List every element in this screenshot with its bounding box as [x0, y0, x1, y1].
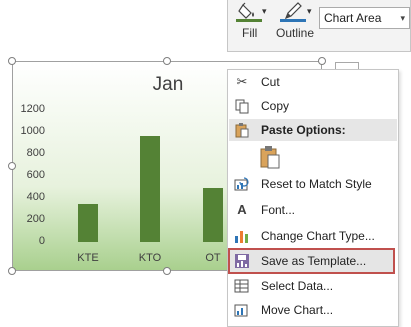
y-tick-label: 600 — [26, 169, 45, 181]
menu-item-label: Select Data... — [261, 279, 334, 293]
outline-button[interactable]: ▾ Outline — [276, 0, 322, 50]
chevron-down-icon: ▾ — [400, 13, 405, 23]
chart-element-value: Chart Area — [324, 11, 382, 25]
menu-item-change-chart-type[interactable]: Change Chart Type... — [228, 224, 398, 249]
bar-kto[interactable] — [140, 136, 160, 242]
select-data-icon — [234, 279, 249, 293]
y-tick-label: 0 — [38, 235, 45, 247]
outline-dropdown-arrow[interactable]: ▾ — [307, 6, 312, 17]
resize-handle-bottom[interactable] — [163, 267, 171, 275]
move-chart-icon — [234, 304, 248, 317]
y-tick-label: 1000 — [20, 125, 45, 137]
font-icon: A — [237, 202, 247, 217]
context-menu: ✂ Cut Copy Paste Options: Reset to Match… — [227, 69, 399, 327]
menu-item-cut[interactable]: ✂ Cut — [228, 70, 398, 95]
clipboard-icon — [235, 123, 249, 138]
fill-label: Fill — [242, 26, 258, 40]
chart-title: Jan — [152, 74, 184, 95]
menu-item-label: Move Chart... — [261, 303, 334, 317]
mini-toolbar: ▾ Fill ▾ Outline Chart Area ▾ — [227, 0, 411, 52]
menu-item-font[interactable]: A Font... — [228, 198, 398, 223]
save-template-icon — [235, 254, 249, 268]
menu-item-label: Save as Template... — [261, 254, 367, 268]
resize-handle-top[interactable] — [163, 57, 171, 65]
menu-item-label: Reset to Match Style — [261, 177, 372, 191]
bar-kte[interactable] — [78, 203, 98, 242]
outline-color-bar — [280, 19, 306, 22]
resize-handle-top-left[interactable] — [8, 57, 16, 65]
copy-icon — [235, 99, 249, 114]
chart-element-select[interactable]: Chart Area ▾ — [319, 7, 410, 29]
menu-item-label: Font... — [261, 203, 296, 217]
y-tick-label: 400 — [26, 191, 45, 203]
resize-handle-left[interactable] — [8, 162, 16, 170]
resize-handle-top-right[interactable] — [318, 57, 326, 65]
menu-item-save-as-template[interactable]: Save as Template... — [228, 248, 395, 274]
paste-clipboard-icon[interactable] — [259, 145, 281, 169]
scissors-icon: ✂ — [236, 74, 248, 89]
fill-dropdown-arrow[interactable]: ▾ — [262, 6, 267, 17]
y-tick-label: 1200 — [20, 103, 45, 115]
x-tick-label: KTO — [138, 252, 162, 264]
x-tick-label: KTE — [77, 252, 99, 264]
change-chart-type-icon — [235, 231, 248, 243]
outline-label: Outline — [276, 26, 315, 40]
paste-options-header: Paste Options: — [229, 119, 397, 141]
menu-item-label: Copy — [261, 99, 290, 113]
bar-ot[interactable] — [203, 188, 223, 242]
reset-style-icon — [234, 177, 249, 191]
menu-item-copy[interactable]: Copy — [228, 94, 398, 119]
resize-handle-bottom-left[interactable] — [8, 267, 16, 275]
fill-button[interactable]: ▾ Fill — [234, 0, 268, 50]
menu-item-label: Change Chart Type... — [261, 229, 375, 243]
paste-options-label: Paste Options: — [261, 123, 346, 137]
menu-item-reset-style[interactable]: Reset to Match Style — [228, 172, 398, 197]
fill-color-bar — [236, 19, 262, 22]
menu-item-label: Cut — [261, 75, 280, 89]
menu-item-select-data[interactable]: Select Data... — [228, 274, 398, 299]
y-tick-label: 800 — [26, 147, 45, 159]
y-tick-label: 200 — [26, 213, 45, 225]
menu-item-move-chart[interactable]: Move Chart... — [228, 298, 398, 323]
